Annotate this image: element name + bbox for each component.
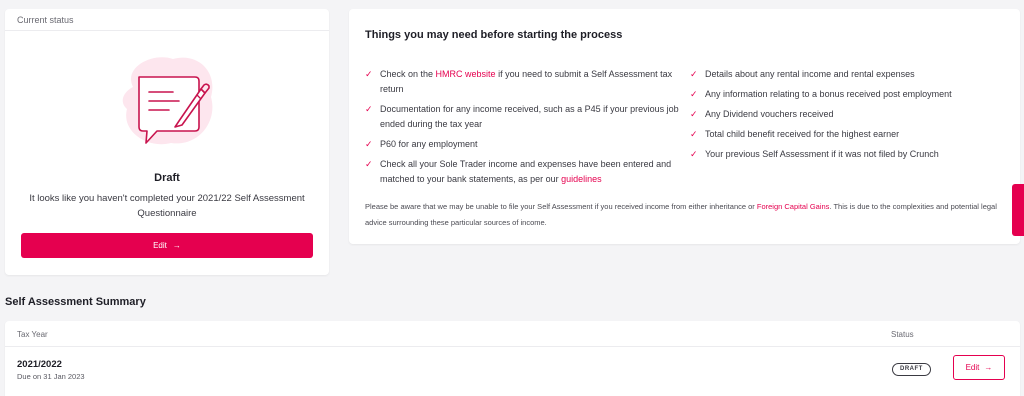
column-status: Status xyxy=(891,330,914,339)
list-item: ✓ P60 for any employment xyxy=(365,137,685,152)
list-item: ✓ Any Dividend vouchers received xyxy=(690,107,1010,122)
edit-label: Edit xyxy=(965,363,980,372)
check-icon: ✓ xyxy=(690,129,698,139)
list-item: ✓ Details about any rental income and ren… xyxy=(690,67,1010,82)
column-tax-year: Tax Year xyxy=(17,330,48,339)
summary-table: Tax Year Status 2021/2022 Due on 31 Jan … xyxy=(5,321,1020,396)
check-icon: ✓ xyxy=(690,109,698,119)
item-text: Check all your Sole Trader income and ex… xyxy=(380,159,672,184)
check-icon: ✓ xyxy=(690,149,698,159)
check-icon: ✓ xyxy=(365,69,373,79)
requirements-card: Things you may need before starting the … xyxy=(349,9,1020,244)
check-icon: ✓ xyxy=(365,104,373,114)
row-due-date: Due on 31 Jan 2023 xyxy=(17,372,85,381)
arrow-right-icon: → xyxy=(172,241,181,250)
item-text: Total child benefit received for the hig… xyxy=(705,129,900,139)
table-header: Tax Year Status xyxy=(5,321,1020,347)
list-item: ✓ Any information relating to a bonus rec… xyxy=(690,87,1010,102)
table-row: 2021/2022 Due on 31 Jan 2023 DRAFT Edit … xyxy=(5,347,1020,391)
check-icon: ✓ xyxy=(365,139,373,149)
item-text: Any information relating to a bonus rece… xyxy=(705,89,952,99)
guidelines-link[interactable]: guidelines xyxy=(561,174,602,184)
arrow-right-icon: → xyxy=(984,363,993,372)
item-text: Your previous Self Assessment if it was … xyxy=(705,149,939,159)
inheritance-warning-note: Please be aware that we may be unable to… xyxy=(365,199,1005,231)
item-text: Any Dividend vouchers received xyxy=(705,109,834,119)
current-status-header: Current status xyxy=(5,9,329,31)
requirements-list-right: ✓ Details about any rental income and ren… xyxy=(690,67,1010,167)
edit-return-button[interactable]: Edit → xyxy=(953,355,1005,380)
status-description: It looks like you haven't completed your… xyxy=(29,193,305,219)
list-item: ✓ Your previous Self Assessment if it was… xyxy=(690,147,1010,162)
item-text: Documentation for any income received, s… xyxy=(380,104,679,129)
status-title: Draft xyxy=(154,172,180,184)
feedback-tab[interactable] xyxy=(1012,184,1024,236)
note-text: Please be aware that we may be unable to… xyxy=(365,202,757,211)
requirements-title: Things you may need before starting the … xyxy=(365,29,623,41)
row-tax-year: 2021/2022 xyxy=(17,359,62,370)
check-icon: ✓ xyxy=(365,159,373,169)
foreign-capital-gains-link[interactable]: Foreign Capital Gains xyxy=(757,202,830,211)
item-text: Details about any rental income and rent… xyxy=(705,69,915,79)
item-text: Check on the xyxy=(380,69,436,79)
status-badge: DRAFT xyxy=(892,363,931,376)
list-item: ✓ Check on the HMRC website if you need … xyxy=(365,67,685,97)
list-item: ✓ Documentation for any income received,… xyxy=(365,102,685,132)
list-item: ✓ Check all your Sole Trader income and … xyxy=(365,157,685,187)
check-icon: ✓ xyxy=(690,89,698,99)
current-status-card: Current status Draft It looks like you h… xyxy=(5,9,329,275)
edit-label: Edit xyxy=(153,241,167,250)
document-pencil-speech-bubble-icon xyxy=(113,47,223,157)
hmrc-website-link[interactable]: HMRC website xyxy=(436,69,496,79)
check-icon: ✓ xyxy=(690,69,698,79)
requirements-list-left: ✓ Check on the HMRC website if you need … xyxy=(365,67,685,192)
summary-title: Self Assessment Summary xyxy=(5,296,146,308)
list-item: ✓ Total child benefit received for the hi… xyxy=(690,127,1010,142)
edit-questionnaire-button[interactable]: Edit → xyxy=(21,233,313,258)
item-text: P60 for any employment xyxy=(380,139,478,149)
